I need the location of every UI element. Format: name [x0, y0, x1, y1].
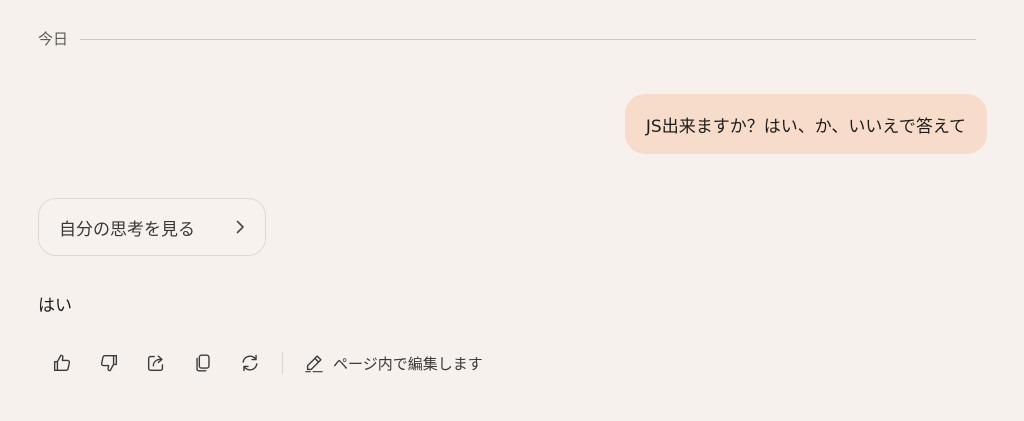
chevron-right-icon	[233, 220, 247, 234]
assistant-reply: はい	[38, 294, 72, 318]
copy-button[interactable]	[185, 345, 221, 381]
user-message-text: JS出来ますか？はい、か、いいえで答えて	[645, 116, 966, 137]
thumbs-up-button[interactable]	[44, 345, 80, 381]
share-button[interactable]	[138, 345, 174, 381]
toolbar-divider	[282, 352, 283, 374]
message-actions-toolbar: ページ内で編集します	[44, 345, 483, 381]
retry-button[interactable]	[232, 345, 268, 381]
edit-in-page-button[interactable]: ページ内で編集します	[303, 345, 483, 381]
date-divider: 今日	[38, 28, 976, 50]
retry-icon	[242, 354, 258, 372]
show-thinking-button[interactable]: 自分の思考を見る	[38, 198, 266, 256]
show-thinking-label: 自分の思考を見る	[59, 219, 195, 240]
thumbs-down-button[interactable]	[91, 345, 127, 381]
pencil-edit-icon	[305, 355, 323, 373]
assistant-reply-text: はい	[38, 296, 72, 316]
share-icon	[147, 355, 164, 372]
date-label: 今日	[38, 30, 69, 48]
edit-in-page-label: ページ内で編集します	[333, 354, 483, 373]
thumbs-down-icon	[100, 354, 118, 372]
divider-line	[80, 38, 976, 40]
copy-icon	[196, 354, 210, 372]
user-message-bubble: JS出来ますか？はい、か、いいえで答えて	[624, 94, 987, 154]
thumbs-up-icon	[53, 354, 71, 372]
